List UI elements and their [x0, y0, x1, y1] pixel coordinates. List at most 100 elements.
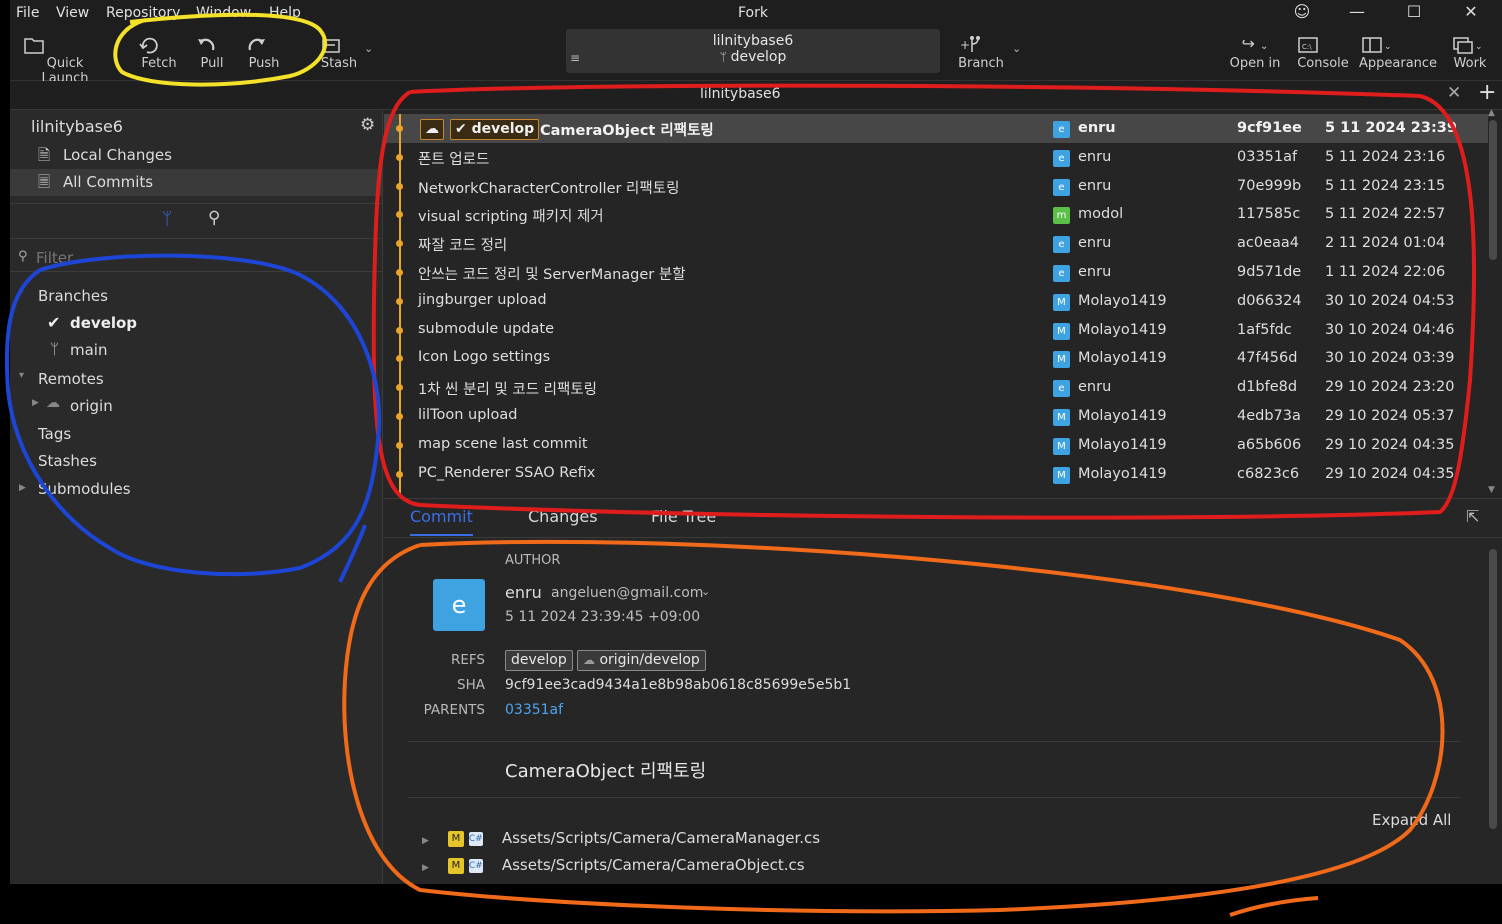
repository-selector[interactable]: ≡ lilnitybase6 ᛘ develop	[566, 29, 940, 73]
sidebar-item-label: Local Changes	[63, 146, 172, 164]
branch-button[interactable]: + Branch	[958, 34, 1004, 71]
commit-date: 30 10 2024 03:39	[1325, 350, 1455, 367]
commit-row[interactable]: 짜잘 코드 정리 e enru ac0eaa4 2 11 2024 01:04	[384, 229, 1488, 258]
section-branches[interactable]: Branches	[38, 287, 108, 305]
email-dropdown-chevron-icon[interactable]: ⌄	[701, 585, 710, 598]
remotes-collapse-icon[interactable]: ▾	[19, 370, 24, 381]
app-title: Fork	[738, 5, 768, 21]
commit-row[interactable]: 폰트 업로드 e enru 03351af 5 11 2024 23:16	[384, 143, 1488, 172]
stash-button[interactable]: Stash	[319, 34, 359, 71]
commit-row[interactable]: lilToon upload M Molayo1419 4edb73a 29 10 20…	[384, 402, 1488, 431]
author-avatar: M	[1053, 293, 1070, 311]
expand-arrow-icon[interactable]: ▶	[32, 398, 39, 408]
quick-launch-button[interactable]: Quick Launch	[22, 34, 108, 86]
parent-link[interactable]: 03351af	[505, 702, 563, 718]
new-tab-plus-icon[interactable]: +	[1478, 80, 1496, 105]
ref-badge-develop[interactable]: develop	[505, 650, 573, 671]
remote-cloud-badge-icon[interactable]: ☁	[420, 119, 444, 140]
commit-message: map scene last commit	[418, 435, 588, 452]
tab-commit[interactable]: Commit	[410, 507, 473, 536]
branch-item-main[interactable]: ᛘ main	[10, 338, 382, 364]
sidebar-item-local-changes[interactable]: 🗎 Local Changes	[10, 142, 382, 168]
expand-arrow-icon[interactable]: ▶	[422, 863, 429, 873]
author-email[interactable]: angeluen@gmail.com	[551, 585, 703, 601]
filter-field[interactable]: ⚲	[10, 245, 382, 272]
stash-dropdown-chevron-icon[interactable]: ⌄	[364, 42, 373, 55]
expand-all-button[interactable]: Expand All	[1372, 811, 1451, 829]
menu-bar: File View Repository Window Help Fork ☺ …	[10, 0, 1502, 26]
menu-lines-icon: ≡	[570, 51, 581, 65]
section-remotes[interactable]: Remotes	[38, 370, 104, 388]
branch-item-develop[interactable]: ✔ develop	[10, 311, 382, 337]
commit-row[interactable]: PC_Renderer SSAO Refix M Molayo1419 c6823c6…	[384, 460, 1488, 489]
branches-view-icon[interactable]: ᛘ	[162, 209, 172, 229]
section-stashes[interactable]: Stashes	[38, 452, 97, 470]
commit-message: PC_Renderer SSAO Refix	[418, 464, 596, 481]
parents-label: PARENTS	[423, 702, 485, 718]
menu-repository[interactable]: Repository	[106, 5, 180, 21]
filter-input[interactable]	[34, 248, 358, 268]
menu-file[interactable]: File	[16, 5, 39, 21]
section-submodules[interactable]: Submodules	[38, 480, 131, 498]
appearance-button[interactable]: ⌄ Appearance	[1359, 34, 1437, 71]
commit-row[interactable]: map scene last commit M Molayo1419 a65b606 2…	[384, 431, 1488, 460]
maximize-icon[interactable]: ☐	[1399, 2, 1429, 21]
console-button[interactable]: C:\ Console	[1296, 34, 1350, 71]
feedback-smiley-icon[interactable]: ☺	[1287, 2, 1317, 21]
section-tags[interactable]: Tags	[38, 425, 71, 443]
branch-dropdown-chevron-icon[interactable]: ⌄	[1012, 42, 1021, 55]
sidebar-repo-name: lilnitybase6	[31, 117, 123, 136]
sidebar-item-all-commits[interactable]: 🗏 All Commits	[10, 169, 382, 196]
open-in-button[interactable]: ↪ ⌄ Open in	[1228, 34, 1282, 71]
author-avatar: m	[1053, 207, 1070, 225]
commit-row[interactable]: Icon Logo settings M Molayo1419 47f456d 30 1…	[384, 344, 1488, 373]
detail-scrollbar[interactable]	[1489, 549, 1497, 829]
tab-changes[interactable]: Changes	[528, 507, 598, 526]
scroll-down-arrow-icon[interactable]: ▼	[1488, 485, 1495, 495]
repo-tab-title[interactable]: lilnitybase6	[700, 86, 781, 102]
commit-row[interactable]: ☁ ✔ develop CameraObject 리팩토링 e enru 9cf91ee 5…	[384, 114, 1488, 143]
commit-sha: 117585c	[1237, 206, 1301, 223]
commit-date: 29 10 2024 04:35	[1325, 465, 1455, 482]
commit-detail-pane: Commit Changes File Tree ⇱ AUTHOR e enru…	[384, 498, 1502, 884]
pull-label: Pull	[200, 56, 224, 71]
search-view-icon[interactable]: ⚲	[208, 208, 220, 228]
menu-help[interactable]: Help	[269, 5, 301, 21]
remote-item-origin[interactable]: ▶ ☁ origin	[10, 394, 382, 420]
sidebar: lilnitybase6 ⚙ 🗎 Local Changes 🗏 All Com…	[10, 110, 383, 884]
commit-row[interactable]: visual scripting 패키지 제거 m modol 117585c 5 11…	[384, 200, 1488, 229]
csharp-file-icon: C#	[468, 858, 483, 873]
menu-view[interactable]: View	[56, 5, 89, 21]
commit-author: modol	[1078, 206, 1124, 223]
workspace-button[interactable]: ⌄ Work	[1450, 34, 1490, 71]
settings-gear-icon[interactable]: ⚙	[360, 115, 375, 135]
close-icon[interactable]: ✕	[1456, 2, 1486, 21]
head-branch-badge[interactable]: ✔ develop	[450, 119, 540, 140]
push-button[interactable]: Push	[245, 34, 283, 71]
commit-row[interactable]: jingburger upload M Molayo1419 d066324 30 10…	[384, 287, 1488, 316]
commit-sha: 4edb73a	[1237, 408, 1301, 424]
commit-row[interactable]: submodule update M Molayo1419 1af5fdc 30 10 …	[384, 316, 1488, 345]
pull-button[interactable]: Pull	[194, 34, 230, 71]
commit-row[interactable]: 안쓰는 코드 정리 및 ServerManager 분할 e enru 9d571de…	[384, 258, 1488, 287]
minimize-icon[interactable]: —	[1342, 2, 1372, 21]
menu-window[interactable]: Window	[196, 5, 251, 21]
commit-row[interactable]: NetworkCharacterController 리팩토링 e enru 70e9…	[384, 172, 1488, 201]
sha-value[interactable]: 9cf91ee3cad9434a1e8b98ab0618c85699e5e5b1	[505, 677, 851, 693]
changed-file-row[interactable]: ▶ M C# Assets/Scripts/Camera/CameraObjec…	[422, 856, 805, 874]
popout-window-icon[interactable]: ⇱	[1466, 507, 1479, 526]
changed-file-row[interactable]: ▶ M C# Assets/Scripts/Camera/CameraManag…	[422, 829, 820, 847]
submodules-expand-icon[interactable]: ▶	[19, 483, 26, 493]
scroll-up-arrow-icon[interactable]: ▲	[1488, 108, 1495, 118]
branches-collapse-icon[interactable]: ▾	[19, 286, 24, 297]
commit-list-scrollbar[interactable]	[1489, 120, 1497, 260]
expand-arrow-icon[interactable]: ▶	[422, 836, 429, 846]
fetch-button[interactable]: Fetch	[138, 34, 180, 71]
author-avatar: M	[1053, 409, 1070, 426]
commit-row[interactable]: 1차 씬 분리 및 코드 리팩토링 e enru d1bfe8d 29 10 2024 …	[384, 373, 1488, 402]
close-tab-icon[interactable]: ✕	[1447, 83, 1461, 103]
fetch-label: Fetch	[141, 56, 177, 71]
ref-badge-origin-develop[interactable]: ☁ origin/develop	[577, 650, 706, 671]
checkmark-icon: ✔	[47, 313, 61, 332]
tab-file-tree[interactable]: File Tree	[651, 507, 716, 526]
